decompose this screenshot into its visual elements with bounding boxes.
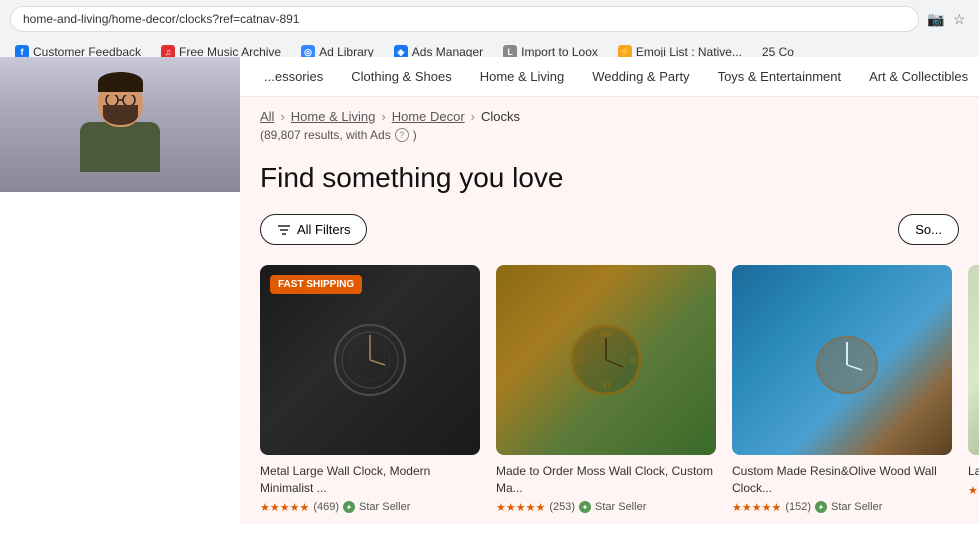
stars-2: ★★★★★	[496, 501, 545, 514]
breadcrumb-home-decor[interactable]: Home Decor	[392, 109, 465, 124]
product-rating-2: ★★★★★ (253) ✦ Star Seller	[496, 501, 716, 514]
star-icon[interactable]: ☆	[953, 11, 969, 27]
url-text: home-and-living/home-decor/clocks?ref=ca…	[23, 12, 299, 26]
review-count-2: (253)	[549, 501, 575, 513]
sort-button[interactable]: So...	[898, 214, 959, 245]
product-card-3[interactable]: Custom Made Resin&Olive Wood Wall Clock.…	[732, 265, 952, 514]
product-card-1[interactable]: FAST SHIPPING Metal Large Wall Clock, Mo…	[260, 265, 480, 514]
clock-svg-2: XII VI III IX	[566, 320, 646, 400]
address-bar: home-and-living/home-decor/clocks?ref=ca…	[0, 0, 979, 38]
star-seller-label-2: Star Seller	[595, 501, 646, 513]
stars-4: ★★★★★	[968, 484, 979, 497]
review-count-3: (152)	[785, 501, 811, 513]
nav-art-collectibles[interactable]: Art & Collectibles	[855, 57, 979, 97]
stars-1: ★★★★★	[260, 501, 309, 514]
svg-text:XII: XII	[601, 329, 611, 338]
product-image-1: FAST SHIPPING	[260, 265, 480, 455]
result-count-suffix: )	[413, 128, 417, 142]
nav-toys-entertainment[interactable]: Toys & Entertainment	[704, 57, 856, 97]
breadcrumb-section: All › Home & Living › Home Decor › Clock…	[240, 97, 979, 146]
product-image-4	[968, 265, 979, 455]
svg-text:III: III	[631, 356, 638, 365]
camera-icon[interactable]: 📷	[927, 11, 943, 27]
breadcrumb-current: Clocks	[481, 109, 520, 124]
site-content: ...essories Clothing & Shoes Home & Livi…	[240, 57, 979, 551]
person-head	[98, 77, 143, 127]
product-rating-1: ★★★★★ (469) ✦ Star Seller	[260, 501, 480, 514]
help-icon[interactable]: ?	[395, 128, 409, 142]
filter-bar: All Filters So...	[240, 204, 979, 255]
breadcrumb-all[interactable]: All	[260, 109, 274, 124]
full-page: home-and-living/home-decor/clocks?ref=ca…	[0, 0, 979, 551]
clock-svg-1	[330, 320, 410, 400]
star-seller-label-1: Star Seller	[359, 501, 410, 513]
page-header: Find something you love	[240, 146, 979, 204]
person-beard	[103, 105, 138, 125]
product-card-2[interactable]: XII VI III IX Made to Order Moss Wall Cl…	[496, 265, 716, 514]
product-title-4: Large Wall Clock Modern...	[968, 463, 979, 480]
product-card-4[interactable]: Large Wall Clock Modern... ★★★★★ (155) ✦…	[968, 265, 979, 514]
nav-accessories[interactable]: ...essories	[250, 57, 337, 97]
product-title-3: Custom Made Resin&Olive Wood Wall Clock.…	[732, 463, 952, 497]
site-navigation: ...essories Clothing & Shoes Home & Livi…	[240, 57, 979, 97]
breadcrumb-home-living[interactable]: Home & Living	[291, 109, 376, 124]
review-count-1: (469)	[313, 501, 339, 513]
fast-shipping-badge: FAST SHIPPING	[270, 275, 362, 294]
star-seller-icon-1: ✦	[343, 501, 355, 513]
webcam-overlay	[0, 57, 240, 192]
result-count: (89,807 results, with Ads ? )	[260, 128, 959, 142]
svg-text:VI: VI	[602, 381, 610, 390]
clock-svg-3	[802, 320, 882, 400]
filter-button[interactable]: All Filters	[260, 214, 367, 245]
product-image-2: XII VI III IX	[496, 265, 716, 455]
person-hair	[98, 72, 143, 92]
result-count-text: (89,807 results, with Ads	[260, 128, 391, 142]
url-input[interactable]: home-and-living/home-decor/clocks?ref=ca…	[10, 6, 919, 32]
product-rating-3: ★★★★★ (152) ✦ Star Seller	[732, 501, 952, 514]
breadcrumb-sep-3: ›	[471, 109, 475, 124]
breadcrumb-sep-2: ›	[381, 109, 385, 124]
product-title-1: Metal Large Wall Clock, Modern Minimalis…	[260, 463, 480, 497]
nav-home-living[interactable]: Home & Living	[466, 57, 579, 97]
filter-icon	[277, 223, 291, 237]
svg-text:IX: IX	[574, 356, 582, 365]
product-title-2: Made to Order Moss Wall Clock, Custom Ma…	[496, 463, 716, 497]
breadcrumb-sep-1: ›	[280, 109, 284, 124]
person-glasses	[104, 95, 137, 105]
product-grid: FAST SHIPPING Metal Large Wall Clock, Mo…	[240, 255, 979, 524]
star-seller-icon-2: ✦	[579, 501, 591, 513]
webcam-person	[0, 57, 240, 192]
page-title: Find something you love	[260, 162, 959, 194]
sort-label: So...	[915, 222, 942, 237]
stars-3: ★★★★★	[732, 501, 781, 514]
person-body	[80, 122, 160, 172]
nav-clothing-shoes[interactable]: Clothing & Shoes	[337, 57, 465, 97]
star-seller-label-3: Star Seller	[831, 501, 882, 513]
star-seller-icon-3: ✦	[815, 501, 827, 513]
product-image-3	[732, 265, 952, 455]
product-rating-4: ★★★★★ (155) ✦ Star Seller	[968, 484, 979, 497]
filter-label: All Filters	[297, 222, 350, 237]
nav-wedding-party[interactable]: Wedding & Party	[578, 57, 703, 97]
browser-icons: 📷 ☆	[927, 11, 969, 27]
person-silhouette	[80, 77, 160, 172]
breadcrumb: All › Home & Living › Home Decor › Clock…	[260, 109, 959, 124]
